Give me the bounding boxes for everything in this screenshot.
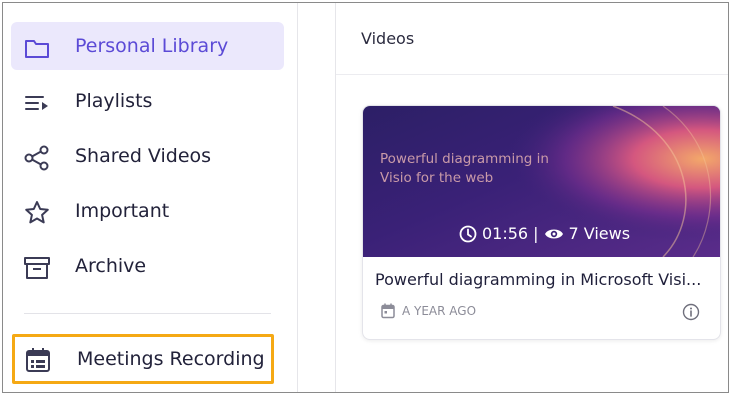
calendar-icon [26,348,50,372]
video-meta: 01:56 | 7 Views [459,224,630,243]
sidebar-item-personal-library[interactable]: Personal Library [11,22,284,70]
clock-icon [459,225,477,242]
video-title[interactable]: Powerful diagramming in Microsoft Visi..… [375,270,701,289]
video-date: A YEAR AGO [381,303,476,319]
sidebar-item-label: Playlists [75,90,153,112]
folder-icon [25,40,49,58]
eye-icon [544,229,563,238]
sidebar-item-shared-videos[interactable]: Shared Videos [11,132,284,180]
page-title: Videos [361,29,415,48]
column-divider [335,3,336,392]
meta-separator: | [533,224,539,243]
sidebar: Personal Library Playlists Shared Videos… [3,3,299,392]
date-label: A YEAR AGO [402,304,477,318]
sidebar-item-label: Personal Library [75,35,229,57]
archive-icon [24,257,50,279]
header-divider [336,74,728,75]
share-icon [24,145,49,171]
thumbnail-caption: Powerful diagramming in Visio for the we… [380,151,549,186]
app-frame: Personal Library Playlists Shared Videos… [2,2,729,393]
sidebar-divider [24,313,271,314]
sidebar-item-label: Meetings Recording [77,348,265,370]
video-card[interactable]: Powerful diagramming in Visio for the we… [362,105,721,340]
sidebar-item-playlists[interactable]: Playlists [11,77,284,125]
video-thumbnail[interactable]: Powerful diagramming in Visio for the we… [363,106,720,257]
sidebar-item-archive[interactable]: Archive [11,242,284,290]
sidebar-item-label: Important [75,200,170,222]
calendar-small-icon [381,303,395,319]
sidebar-item-label: Shared Videos [75,145,212,167]
info-icon[interactable] [682,303,700,321]
star-icon [25,201,49,224]
video-views: 7 Views [568,224,631,243]
video-duration: 01:56 [482,224,529,243]
sidebar-item-meetings-recording[interactable]: Meetings Recording [12,334,274,384]
sidebar-item-label: Archive [75,255,147,277]
sidebar-item-important[interactable]: Important [11,187,284,235]
playlist-icon [25,96,48,110]
column-divider [297,3,298,392]
